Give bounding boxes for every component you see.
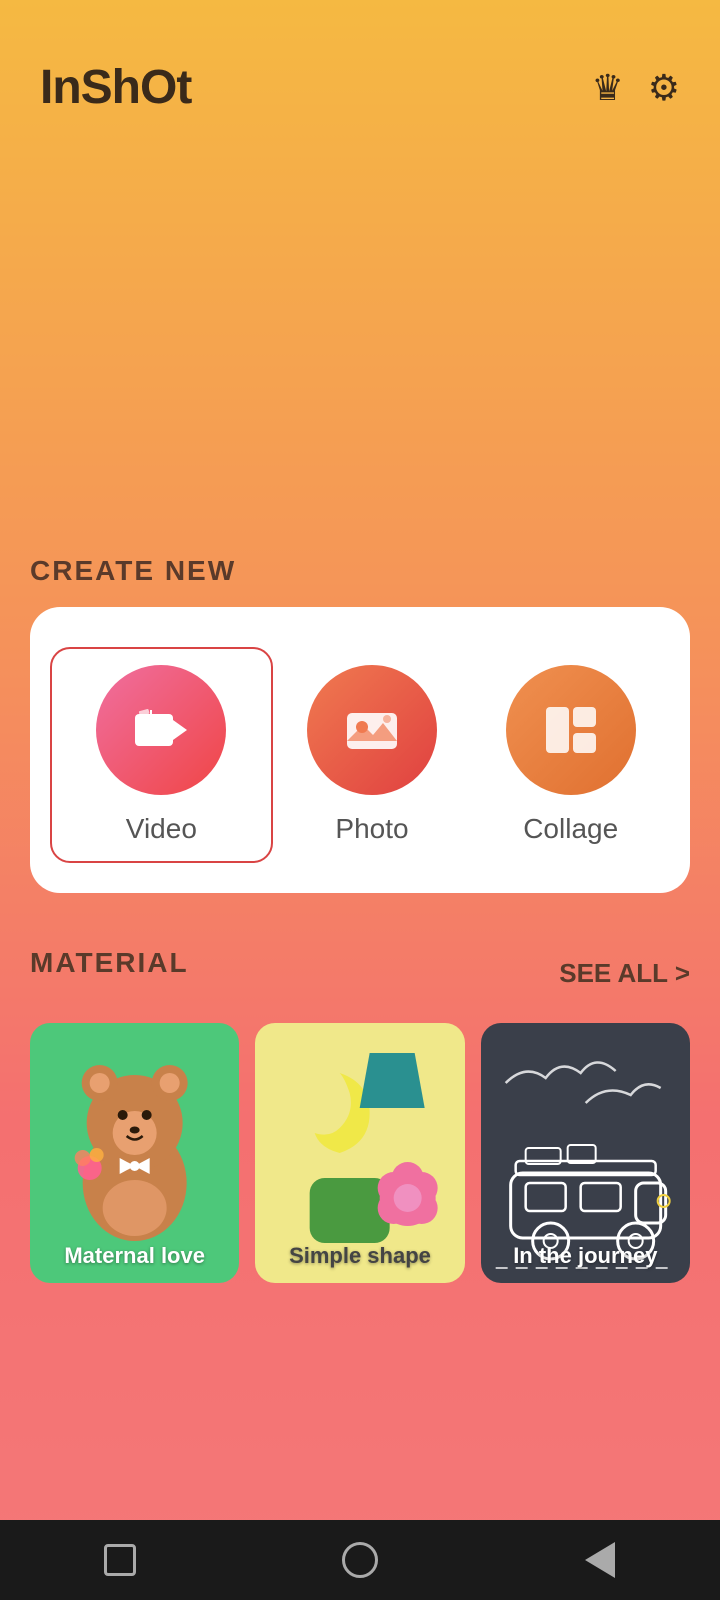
nav-circle-icon bbox=[342, 1542, 378, 1578]
header-icons: ♛ ⚙ bbox=[591, 67, 680, 109]
maternal-love-card[interactable]: Maternal love bbox=[30, 1023, 239, 1283]
header: InShOt ♛ ⚙ bbox=[0, 0, 720, 135]
nav-home-button[interactable] bbox=[334, 1534, 386, 1586]
create-new-label: CREATE NEW bbox=[30, 555, 690, 587]
video-label: Video bbox=[126, 813, 197, 845]
simple-shape-card[interactable]: Simple shape bbox=[255, 1023, 464, 1283]
material-header: MATERIAL SEE ALL > bbox=[30, 947, 690, 999]
crown-icon[interactable]: ♛ bbox=[591, 67, 623, 109]
in-the-journey-card[interactable]: In the journey bbox=[481, 1023, 690, 1283]
create-video-item[interactable]: Video bbox=[50, 647, 273, 863]
settings-icon[interactable]: ⚙ bbox=[648, 67, 680, 109]
create-new-section: CREATE NEW Video bbox=[0, 555, 720, 917]
nav-triangle-icon bbox=[585, 1542, 615, 1578]
material-section: MATERIAL SEE ALL > bbox=[0, 917, 720, 1283]
hero-area bbox=[0, 135, 720, 555]
nav-bar bbox=[0, 1520, 720, 1600]
photo-label: Photo bbox=[335, 813, 408, 845]
collage-icon bbox=[540, 699, 602, 761]
video-circle bbox=[96, 665, 226, 795]
material-grid: Maternal love Simple shape bbox=[30, 1023, 690, 1283]
see-all-button[interactable]: SEE ALL > bbox=[559, 958, 690, 989]
photo-icon bbox=[341, 699, 403, 761]
create-collage-item[interactable]: Collage bbox=[471, 665, 670, 845]
create-new-card: Video Photo Col bbox=[30, 607, 690, 893]
create-photo-item[interactable]: Photo bbox=[273, 665, 472, 845]
photo-circle bbox=[307, 665, 437, 795]
simple-shape-label: Simple shape bbox=[255, 1243, 464, 1269]
nav-square-button[interactable] bbox=[94, 1534, 146, 1586]
collage-circle bbox=[506, 665, 636, 795]
in-the-journey-label: In the journey bbox=[481, 1243, 690, 1269]
collage-label: Collage bbox=[523, 813, 618, 845]
nav-back-button[interactable] bbox=[574, 1534, 626, 1586]
app-logo: InShOt bbox=[40, 60, 191, 115]
nav-square-icon bbox=[104, 1544, 136, 1576]
video-icon bbox=[131, 700, 191, 760]
maternal-love-label: Maternal love bbox=[30, 1243, 239, 1269]
material-label: MATERIAL bbox=[30, 947, 189, 979]
